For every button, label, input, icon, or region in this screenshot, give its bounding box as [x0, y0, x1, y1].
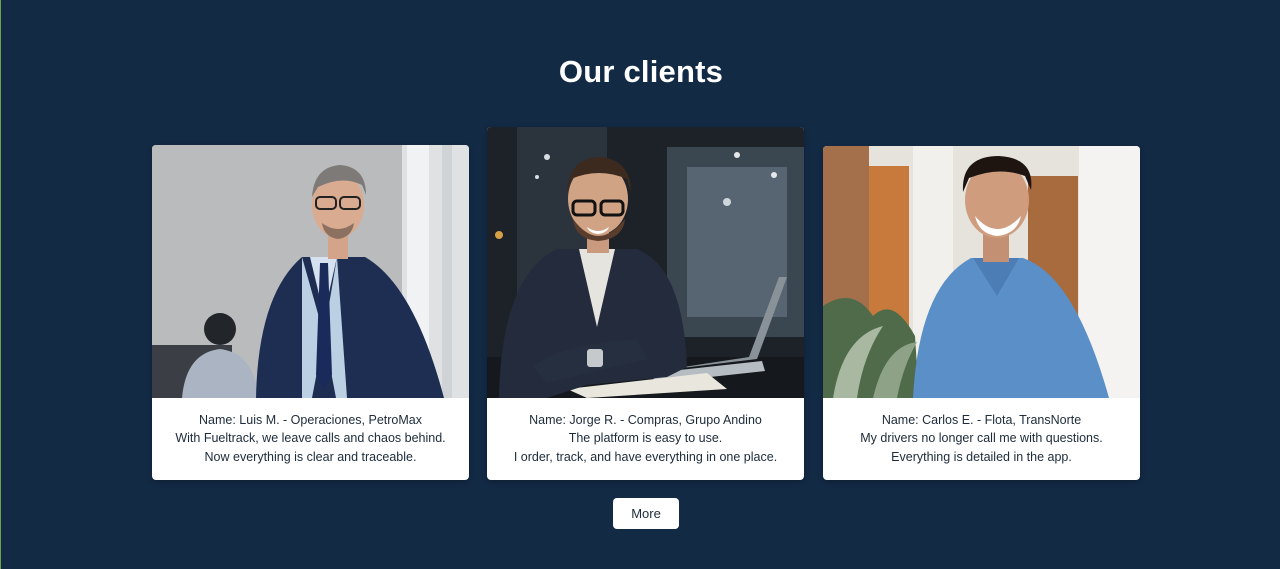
client-quote-line: I order, track, and have everything in o… — [513, 449, 778, 464]
testimonial-text: Name: Carlos E. - Flota, TransNorte My d… — [823, 411, 1140, 467]
client-photo — [823, 146, 1140, 398]
client-photo — [152, 145, 469, 398]
testimonial-card: Name: Carlos E. - Flota, TransNorte My d… — [823, 146, 1140, 480]
testimonial-card: Name: Jorge R. - Compras, Grupo Andino T… — [487, 127, 804, 480]
client-quote-line: My drivers no longer call me with questi… — [860, 431, 1103, 445]
section-title: Our clients — [558, 54, 724, 89]
client-photo — [487, 127, 804, 398]
testimonial-text: Name: Jorge R. - Compras, Grupo Andino T… — [487, 411, 804, 467]
client-quote-line: Everything is detailed in the app. — [891, 449, 1072, 464]
client-name: Name: Jorge R. - Compras, Grupo Andino — [529, 412, 762, 427]
client-quote-line: Now everything is clear and traceable. — [204, 449, 417, 464]
testimonial-text: Name: Luis M. - Operaciones, PetroMax Wi… — [152, 411, 469, 467]
client-quote-line: The platform is easy to use. — [568, 431, 723, 445]
client-name: Name: Carlos E. - Flota, TransNorte — [881, 412, 1082, 427]
more-button[interactable]: More — [613, 498, 679, 529]
client-quote-line: With Fueltrack, we leave calls and chaos… — [175, 431, 446, 445]
client-name: Name: Luis M. - Operaciones, PetroMax — [199, 412, 422, 427]
testimonial-card: Name: Luis M. - Operaciones, PetroMax Wi… — [152, 145, 469, 480]
